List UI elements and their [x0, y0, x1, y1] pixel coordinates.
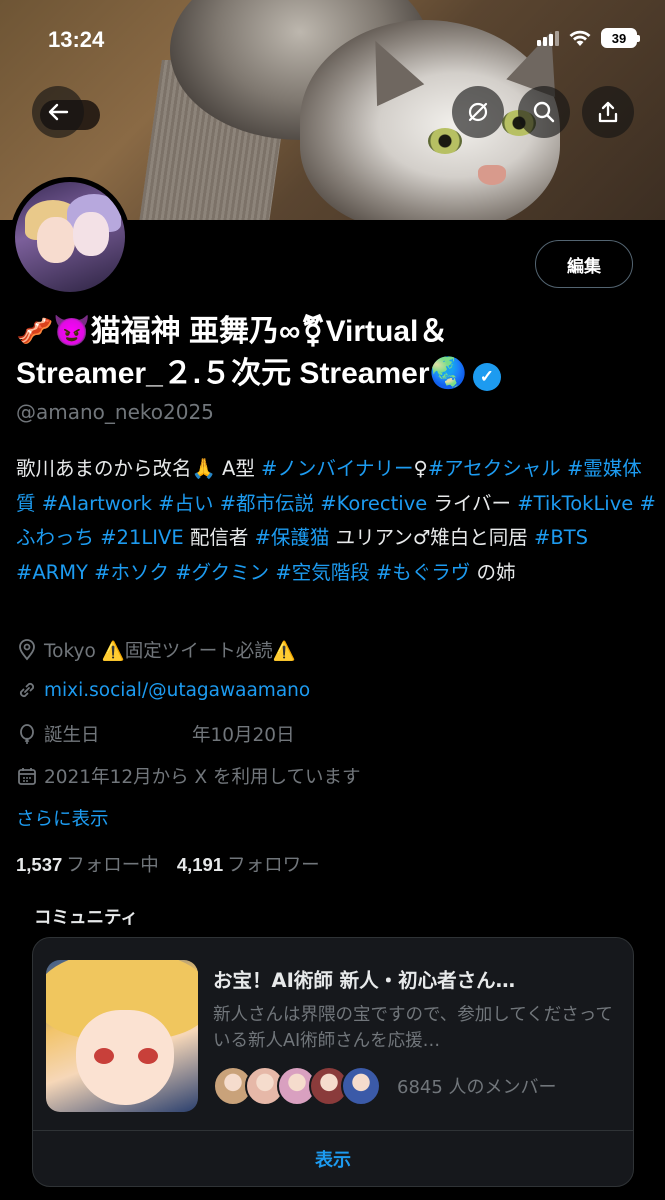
- follow-stats: 1,537 フォロー中 4,191 フォロワー: [16, 851, 320, 877]
- community-thumbnail: [46, 960, 198, 1112]
- status-time: 13:24: [48, 27, 105, 52]
- profile-bio: 歌川あまのから改名🙏 A型 #ノンバイナリー♀#アセクシャル #霊媒体質 #AI…: [16, 452, 656, 590]
- hashtag-link[interactable]: #もぐラヴ: [376, 561, 470, 584]
- joined-row: 2021年12月から X を利用しています: [16, 763, 361, 789]
- avatar-face-right: [73, 212, 109, 256]
- display-name: 🥓😈猫福神 亜舞乃∞⚧Virtual＆ Streamer_２.５次元 Strea…: [16, 311, 646, 395]
- community-card[interactable]: お宝！AI術師 新人・初心者さん… 新人さんは界隈の宝ですので、参加してくださっ…: [32, 937, 634, 1187]
- hashtag-link[interactable]: #TikTokLive: [517, 492, 633, 515]
- hashtag-link[interactable]: #Korective: [320, 492, 427, 515]
- followers-label: フォロワー: [227, 855, 320, 876]
- birthday-text: 誕生日 年10月20日: [44, 725, 295, 746]
- signal-icon: [537, 30, 559, 46]
- hashtag-link[interactable]: #AIartwork: [42, 492, 152, 515]
- location-text: Tokyo ⚠️固定ツイート必読⚠️: [44, 641, 296, 662]
- cat-eye-left: [428, 128, 462, 154]
- hashtag-link[interactable]: #ARMY: [16, 561, 88, 584]
- community-members: 6845 人のメンバー: [213, 1066, 557, 1106]
- joined-text: 2021年12月から X を利用しています: [44, 767, 361, 788]
- hashtag-link[interactable]: #保護猫: [255, 526, 330, 549]
- share-button[interactable]: [582, 86, 634, 138]
- birthday-row: 誕生日 年10月20日: [16, 721, 295, 747]
- calendar-icon: [18, 768, 36, 785]
- bio-text: の姉: [470, 560, 516, 584]
- hashtag-link[interactable]: #グクミン: [175, 561, 269, 584]
- avatar-face-left: [37, 217, 75, 263]
- hashtag-link[interactable]: #21LIVE: [100, 526, 183, 549]
- website-row: mixi.social/@utagawaamano: [16, 679, 310, 701]
- bio-text: 歌川あまのから改名🙏 A型: [16, 457, 262, 480]
- grok-icon: [468, 102, 488, 122]
- share-icon: [598, 101, 618, 123]
- website-link[interactable]: mixi.social/@utagawaamano: [44, 680, 310, 701]
- battery-icon: 39: [601, 28, 640, 48]
- thumbnail-eye-left: [94, 1048, 114, 1064]
- status-icons: 39: [537, 28, 640, 48]
- hashtag-link[interactable]: #都市伝説: [220, 492, 314, 515]
- hashtag-link[interactable]: #空気階段: [275, 561, 369, 584]
- wifi-icon: [569, 30, 591, 46]
- grok-button[interactable]: [452, 86, 504, 138]
- profile-avatar[interactable]: [10, 177, 130, 297]
- following-link[interactable]: 1,537 フォロー中: [16, 851, 159, 877]
- community-view-button[interactable]: 表示: [33, 1130, 633, 1186]
- thumbnail-face: [76, 1010, 174, 1105]
- display-name-line2: Streamer_２.５次元 Streamer🌏: [16, 357, 467, 390]
- following-label: フォロー中: [66, 855, 159, 876]
- location-pin-icon: [19, 639, 35, 661]
- bio-text: 配信者: [183, 526, 255, 549]
- link-icon: [19, 682, 35, 698]
- member-avatar: [341, 1066, 381, 1106]
- member-count: 6845 人のメンバー: [397, 1077, 557, 1098]
- followers-link[interactable]: 4,191 フォロワー: [177, 851, 320, 877]
- back-button[interactable]: [32, 86, 84, 138]
- verified-badge-icon[interactable]: ✓: [472, 363, 501, 391]
- bio-text: ♀: [413, 457, 428, 480]
- community-description: 新人さんは界隈の宝ですので、参加してくださっている新人AI術師さんを応援…: [213, 1005, 613, 1051]
- hashtag-link[interactable]: #ノンバイナリー: [261, 457, 413, 480]
- bio-text: ユリアン♂雉白と同居: [329, 526, 535, 549]
- display-name-line2-wrap: Streamer_２.５次元 Streamer🌏 ✓: [16, 353, 646, 395]
- balloon-icon: [20, 724, 34, 744]
- back-arrow-icon: [48, 103, 69, 121]
- hashtag-link[interactable]: #アセクシャル: [428, 457, 561, 480]
- community-title: お宝！AI術師 新人・初心者さん…: [213, 969, 516, 992]
- hashtag-link[interactable]: #BTS: [534, 526, 588, 549]
- hashtag-link[interactable]: #ホソク: [94, 561, 169, 584]
- user-handle: @amano_neko2025: [16, 400, 214, 424]
- following-count: 1,537: [16, 854, 63, 875]
- thumbnail-eye-right: [138, 1048, 158, 1064]
- search-button[interactable]: [518, 86, 570, 138]
- community-section-title: コミュニティ: [34, 908, 138, 928]
- followers-count: 4,191: [176, 854, 224, 875]
- location-row: Tokyo ⚠️固定ツイート必読⚠️: [16, 637, 296, 663]
- cat-nose: [478, 165, 506, 185]
- hashtag-link[interactable]: #占い: [158, 492, 213, 515]
- edit-profile-button[interactable]: 編集: [535, 240, 633, 288]
- bio-text: ライバー: [427, 491, 518, 515]
- search-icon: [533, 101, 555, 123]
- display-name-line1: 🥓😈猫福神 亜舞乃∞⚧Virtual＆: [16, 315, 449, 348]
- show-more-link[interactable]: さらに表示: [16, 805, 109, 831]
